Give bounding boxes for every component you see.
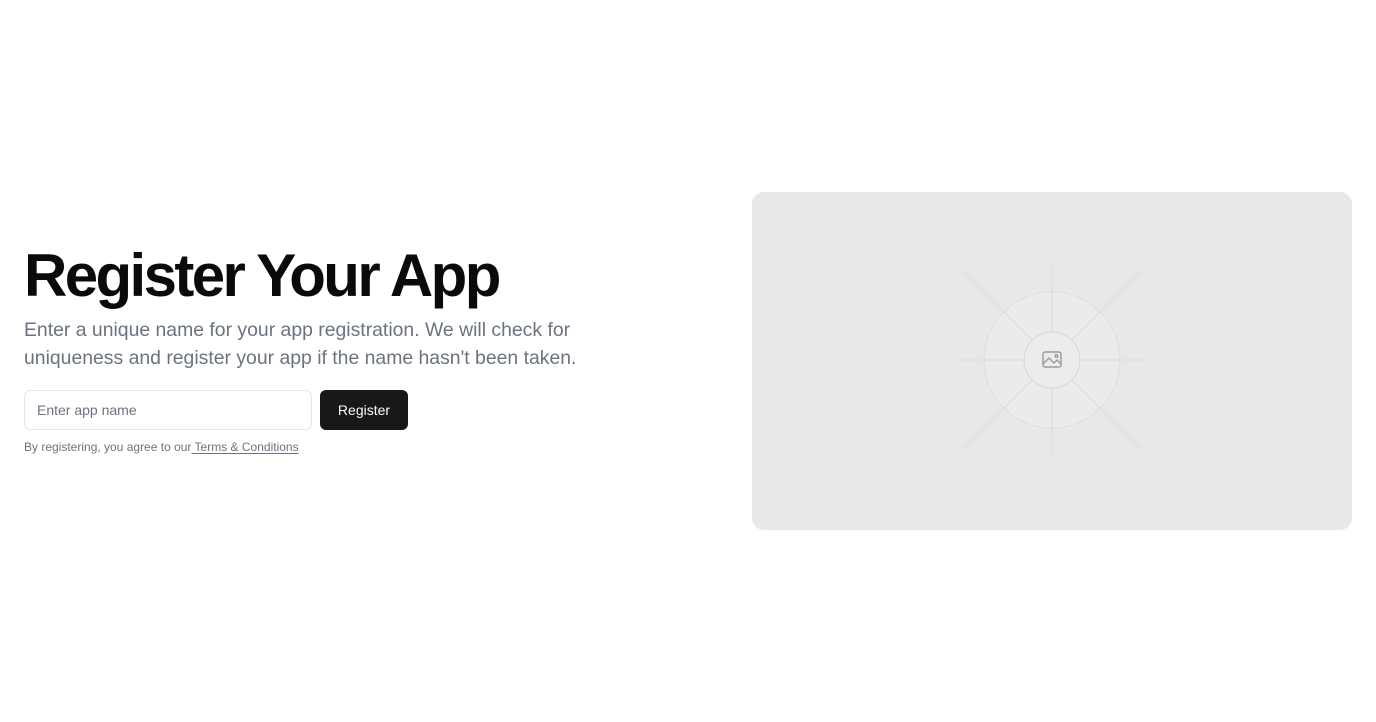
- page-description: Enter a unique name for your app registr…: [24, 319, 577, 369]
- page-title: Register Your App: [24, 242, 501, 309]
- app-name-input[interactable]: [24, 390, 312, 430]
- register-form: Register: [24, 390, 644, 430]
- register-button[interactable]: Register: [320, 390, 408, 430]
- register-section: Register Your App Enter a unique name fo…: [24, 240, 644, 455]
- image-placeholder: [752, 192, 1352, 530]
- terms-notice: By registering, you agree to our Terms &…: [24, 439, 644, 455]
- page: Register Your App Enter a unique name fo…: [0, 0, 1376, 722]
- terms-link[interactable]: Terms & Conditions: [191, 440, 299, 454]
- terms-prefix: By registering, you agree to our: [24, 440, 192, 454]
- placeholder-graphic: [958, 266, 1146, 454]
